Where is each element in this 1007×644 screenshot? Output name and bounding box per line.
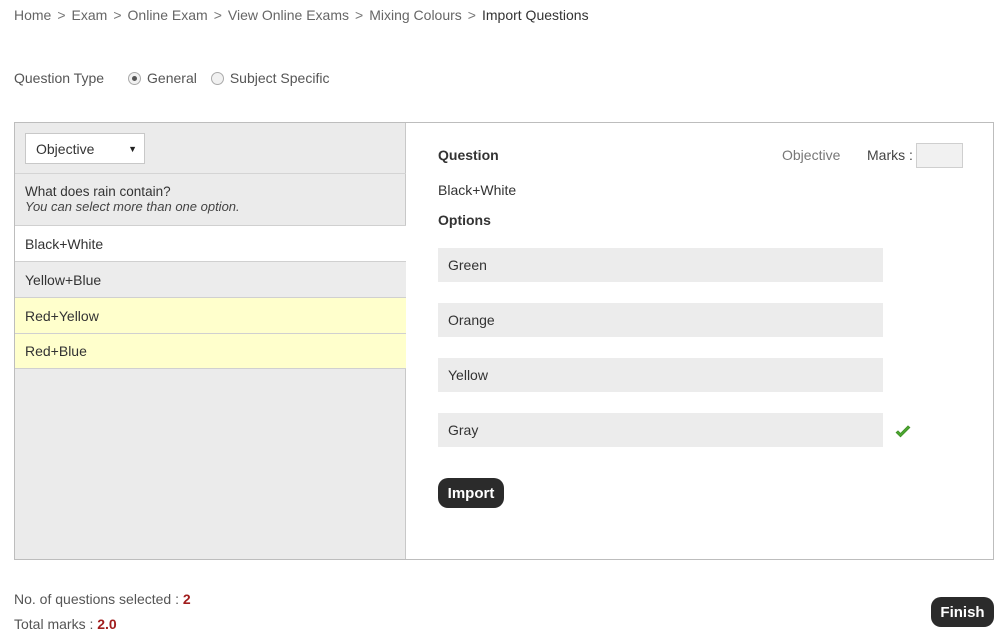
question-heading: Question bbox=[438, 147, 499, 163]
question-item[interactable]: What does rain contain? You can select m… bbox=[15, 173, 406, 225]
list-item[interactable]: Red+Yellow bbox=[15, 297, 406, 333]
radio-general[interactable]: General bbox=[128, 70, 197, 86]
question-item-hint: You can select more than one option. bbox=[25, 199, 240, 214]
breadcrumb-mixing-colours[interactable]: Mixing Colours bbox=[369, 7, 462, 23]
breadcrumb-view-online-exams[interactable]: View Online Exams bbox=[228, 7, 349, 23]
breadcrumb-separator: > bbox=[57, 7, 66, 23]
breadcrumb-separator: > bbox=[213, 7, 222, 23]
list-item[interactable]: Black+White bbox=[15, 225, 406, 261]
answer-option: Yellow bbox=[438, 358, 883, 392]
breadcrumb-current: Import Questions bbox=[481, 7, 589, 23]
question-type-label: Question Type bbox=[14, 70, 105, 86]
options-heading: Options bbox=[438, 212, 491, 228]
question-type-group: Question Type General Subject Specific bbox=[14, 70, 343, 86]
import-button[interactable]: Import bbox=[438, 478, 504, 508]
list-item[interactable]: Red+Blue bbox=[15, 333, 406, 369]
question-type-select-value: Objective bbox=[36, 140, 95, 157]
radio-subject-specific-button[interactable] bbox=[210, 71, 224, 85]
question-item-text: What does rain contain? bbox=[25, 184, 171, 199]
question-list-pane: Objective ▼ What does rain contain? You … bbox=[15, 123, 406, 559]
question-text: Black+White bbox=[438, 182, 517, 198]
radio-general-button[interactable] bbox=[128, 71, 142, 85]
breadcrumb-separator: > bbox=[113, 7, 122, 23]
import-panel: Objective ▼ What does rain contain? You … bbox=[14, 122, 994, 560]
answer-option: Gray bbox=[438, 413, 883, 447]
list-item[interactable]: Yellow+Blue bbox=[15, 261, 406, 297]
finish-button[interactable]: Finish bbox=[931, 597, 994, 627]
answer-option: Green bbox=[438, 248, 883, 282]
total-marks-summary: Total marks : 2.0 bbox=[14, 616, 117, 632]
radio-subject-specific[interactable]: Subject Specific bbox=[210, 70, 330, 86]
question-detail-pane: Question Objective Marks : Black+White O… bbox=[406, 123, 993, 559]
breadcrumb-home[interactable]: Home bbox=[14, 7, 51, 23]
answer-option: Orange bbox=[438, 303, 883, 337]
radio-general-label: General bbox=[147, 70, 197, 86]
breadcrumb-online-exam[interactable]: Online Exam bbox=[128, 7, 208, 23]
radio-subject-specific-label: Subject Specific bbox=[229, 70, 330, 86]
option-list: Black+White Yellow+Blue Red+Yellow Red+B… bbox=[15, 225, 406, 369]
questions-selected-value: 2 bbox=[182, 591, 191, 607]
chevron-down-icon: ▼ bbox=[128, 144, 137, 154]
questions-selected-label: No. of questions selected : bbox=[14, 591, 179, 607]
breadcrumb: Home > Exam > Online Exam > View Online … bbox=[14, 7, 589, 23]
question-type-badge: Objective bbox=[782, 147, 841, 163]
questions-selected-summary: No. of questions selected : 2 bbox=[14, 591, 191, 607]
total-marks-value: 2.0 bbox=[97, 616, 117, 632]
breadcrumb-separator: > bbox=[467, 7, 476, 23]
breadcrumb-exam[interactable]: Exam bbox=[72, 7, 108, 23]
question-type-select[interactable]: Objective ▼ bbox=[25, 133, 145, 164]
check-icon bbox=[895, 425, 911, 438]
breadcrumb-separator: > bbox=[355, 7, 364, 23]
marks-input[interactable] bbox=[916, 143, 963, 168]
marks-label: Marks : bbox=[867, 147, 913, 163]
total-marks-label: Total marks : bbox=[14, 616, 94, 632]
